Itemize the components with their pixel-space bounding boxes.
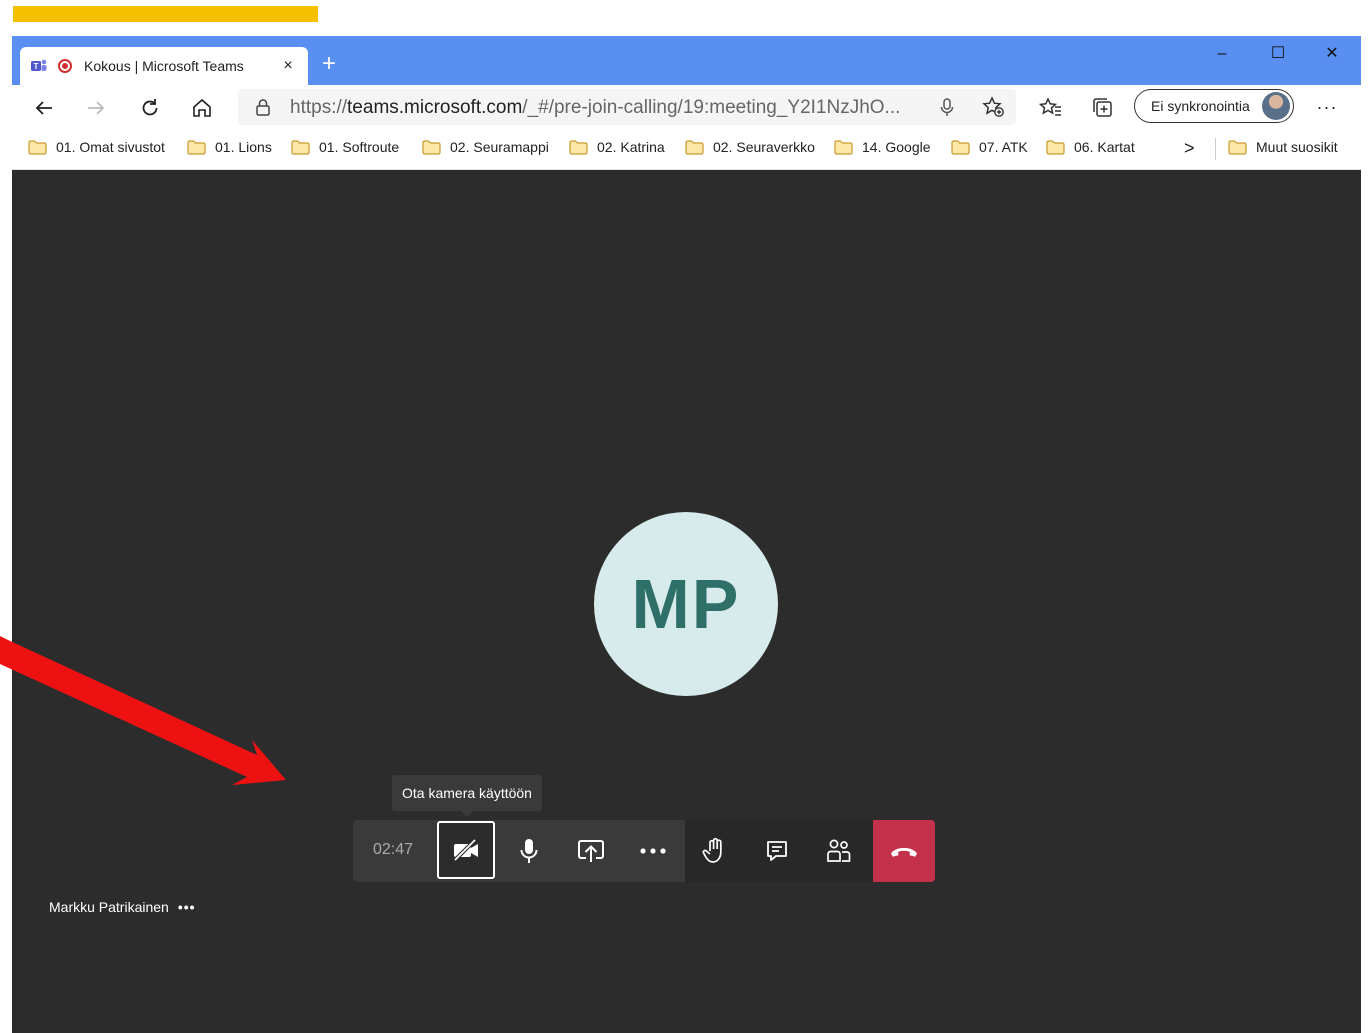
participants-button[interactable] [809, 820, 869, 882]
meeting-stage: MP Ota kamera käyttöön 02:47 Markku Patr… [12, 170, 1361, 1033]
folder-icon [1228, 139, 1247, 155]
other-bookmarks-folder[interactable]: Muut suosikit [1228, 139, 1338, 155]
folder-icon [834, 139, 853, 155]
call-controls-left: 02:47 [353, 820, 685, 882]
bookmark-label: 02. Katrina [597, 139, 665, 155]
back-button[interactable] [30, 94, 58, 122]
refresh-button[interactable] [136, 94, 164, 122]
folder-icon [1046, 139, 1065, 155]
more-actions-icon [640, 848, 666, 854]
home-button[interactable] [188, 94, 216, 122]
forward-button[interactable] [82, 94, 110, 122]
folder-icon [422, 139, 441, 155]
highlight-bar [13, 6, 318, 22]
back-arrow-icon [35, 101, 52, 115]
lock-icon[interactable] [254, 98, 272, 116]
recording-icon [58, 59, 72, 73]
participant-name: Markku Patrikainen [49, 899, 169, 915]
url-prefix: https:// [290, 97, 348, 118]
hang-up-icon [891, 847, 917, 857]
bookmark-folder[interactable]: 01. Lions [187, 139, 272, 155]
bookmark-label: Muut suosikit [1256, 139, 1338, 155]
address-bar[interactable]: https://teams.microsoft.com/_#/pre-join-… [238, 89, 1016, 125]
forward-arrow-icon [88, 101, 105, 115]
refresh-icon [142, 99, 158, 116]
hang-up-button[interactable] [873, 820, 935, 882]
camera-off-icon [453, 838, 478, 862]
bookmark-label: 02. Seuraverkko [713, 139, 815, 155]
participants-icon [827, 839, 851, 862]
folder-icon [951, 139, 970, 155]
collections-icon [1093, 98, 1112, 117]
bookmark-folder[interactable]: 14. Google [834, 139, 931, 155]
bookmarks-overflow-chevron[interactable]: > [1184, 138, 1195, 159]
close-window-button[interactable]: ✕ [1312, 42, 1352, 66]
camera-toggle-button[interactable] [437, 821, 495, 879]
collections-button[interactable] [1089, 94, 1117, 122]
tab-title: Kokous | Microsoft Teams [84, 58, 244, 74]
favorites-icon [1039, 97, 1061, 116]
bookmark-folder[interactable]: 02. Seuraverkko [685, 139, 815, 155]
bookmark-folder[interactable]: 02. Seuramappi [422, 139, 549, 155]
participant-avatar: MP [594, 512, 778, 696]
favorites-button[interactable] [1037, 94, 1065, 122]
url-text: https://teams.microsoft.com/_#/pre-join-… [290, 97, 900, 119]
raise-hand-button[interactable] [685, 820, 745, 882]
browser-titlebar: T Kokous | Microsoft Teams × + – ☐ ✕ [12, 36, 1361, 85]
profile-sync-button[interactable]: Ei synkronointia [1134, 89, 1294, 123]
bookmarks-bar: 01. Omat sivustot 01. Lions 01. Softrout… [12, 130, 1361, 170]
add-favorite-icon[interactable] [982, 96, 1006, 118]
call-controls-bar: 02:47 [353, 820, 935, 882]
chat-button[interactable] [747, 820, 807, 882]
folder-icon [187, 139, 206, 155]
share-screen-icon [578, 840, 604, 862]
mic-icon [520, 839, 538, 863]
new-tab-button[interactable]: + [317, 52, 341, 76]
bookmark-label: 01. Softroute [319, 139, 400, 155]
more-actions-button[interactable] [623, 820, 683, 882]
url-path: /_#/pre-join-calling/19:meeting_Y2I1NzJh… [522, 97, 901, 118]
sync-label: Ei synkronointia [1151, 98, 1250, 114]
home-icon [193, 98, 211, 117]
profile-avatar [1262, 92, 1290, 120]
folder-icon [28, 139, 47, 155]
maximize-button[interactable]: ☐ [1258, 42, 1298, 66]
folder-icon [685, 139, 704, 155]
call-timer: 02:47 [373, 841, 414, 858]
bookmark-label: 14. Google [862, 139, 931, 155]
svg-text:T: T [34, 62, 39, 71]
bookmark-label: 02. Seuramappi [450, 139, 549, 155]
url-domain: teams.microsoft.com [347, 97, 523, 118]
bookmark-label: 07. ATK [979, 139, 1028, 155]
share-screen-button[interactable] [561, 820, 621, 882]
teams-icon: T [30, 57, 48, 75]
folder-icon [569, 139, 588, 155]
bookmark-folder[interactable]: 01. Softroute [291, 139, 399, 155]
camera-tooltip: Ota kamera käyttöön [392, 775, 542, 817]
chat-icon [767, 841, 787, 861]
microphone-toggle-button[interactable] [499, 820, 559, 882]
raise-hand-icon [702, 837, 722, 863]
call-controls-right [685, 820, 873, 882]
browser-window: T Kokous | Microsoft Teams × + – ☐ ✕ htt… [12, 36, 1361, 1033]
folder-icon [291, 139, 310, 155]
bookmark-folder[interactable]: 02. Katrina [569, 139, 665, 155]
bookmark-label: 06. Kartat [1074, 139, 1135, 155]
browser-toolbar: https://teams.microsoft.com/_#/pre-join-… [12, 85, 1361, 130]
bookmark-label: 01. Omat sivustot [56, 139, 165, 155]
participant-name-label: Markku Patrikainen ••• [49, 899, 196, 915]
bookmark-folder[interactable]: 01. Omat sivustot [28, 139, 165, 155]
bookmark-folder[interactable]: 07. ATK [951, 139, 1028, 155]
bookmark-folder[interactable]: 06. Kartat [1046, 139, 1135, 155]
bookmarks-divider [1215, 138, 1216, 160]
settings-more-button[interactable]: ··· [1312, 93, 1342, 121]
bookmark-label: 01. Lions [215, 139, 272, 155]
microphone-icon[interactable] [938, 97, 956, 117]
participant-more-button[interactable]: ••• [178, 899, 196, 915]
minimize-button[interactable]: – [1202, 42, 1242, 66]
close-tab-button[interactable]: × [278, 57, 298, 75]
tab-teams-meeting[interactable]: T Kokous | Microsoft Teams × [20, 47, 308, 85]
